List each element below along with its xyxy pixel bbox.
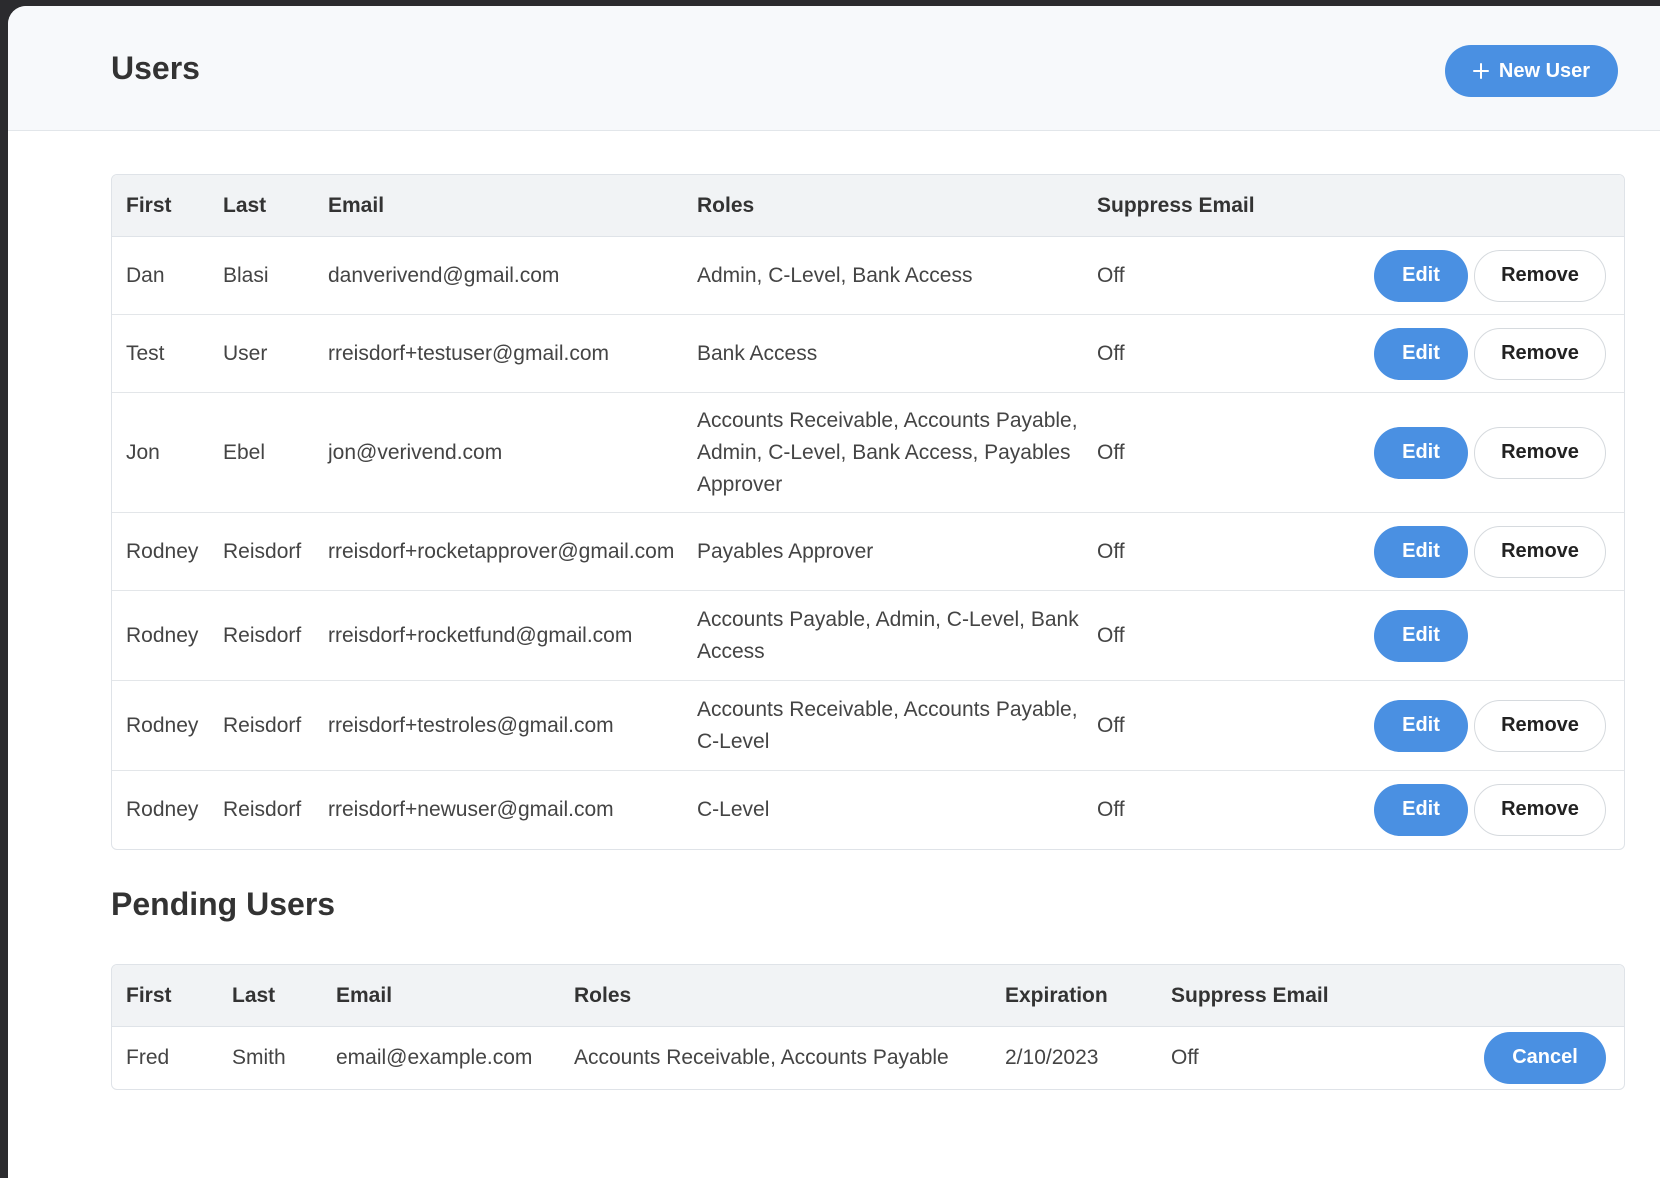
cell-email: rreisdorf+testroles@gmail.com (314, 680, 683, 771)
cell-last: Reisdorf (209, 512, 314, 591)
cell-roles: Bank Access (683, 314, 1083, 393)
table-row: Rodney Reisdorf rreisdorf+rocketapprover@g… (112, 512, 1624, 591)
table-row: Fred Smith email@example.com Accounts Recei… (112, 1027, 1624, 1089)
cell-suppress-email: Off (1083, 680, 1283, 771)
cell-last: Reisdorf (223, 797, 302, 821)
cell-last: Reisdorf (209, 590, 314, 681)
column-header-actions (1283, 175, 1624, 237)
edit-button[interactable]: Edit (1374, 699, 1468, 752)
remove-button[interactable]: Remove (1474, 327, 1606, 380)
cell-suppress-email: Off (1083, 314, 1283, 393)
cell-last: Ebel (209, 392, 314, 513)
column-header-email: Email (322, 965, 560, 1027)
cell-first: Dan (112, 236, 209, 315)
edit-button[interactable]: Edit (1374, 327, 1468, 380)
cell-roles: Accounts Payable, Admin, C-Level, Bank A… (683, 590, 1083, 681)
cell-first: Rodney (112, 680, 209, 771)
table-row: Test User rreisdorf+testuser@gmail.com Bank… (112, 314, 1624, 393)
new-user-label: New User (1498, 59, 1591, 82)
cell-roles: Payables Approver (683, 512, 1083, 591)
cell-email: rreisdorf+newuser@gmail.com (328, 797, 614, 821)
table-row: Rodney Reisdorf rreisdorf+newuser@gmail.co… (112, 771, 1624, 849)
plus-icon (1472, 63, 1489, 79)
column-header-roles: Roles (560, 965, 991, 1027)
cell-actions: Edit (1283, 590, 1624, 681)
table-row: Dan Blasi danverivend@gmail.com Admin, C-Le… (112, 236, 1624, 315)
edit-button[interactable]: Edit (1374, 783, 1468, 836)
cell-first: Fred (126, 1045, 170, 1069)
edit-button[interactable]: Edit (1374, 609, 1468, 662)
cell-actions: Edit Remove (1283, 236, 1624, 315)
cell-actions: Edit Remove (1283, 392, 1624, 513)
cell-roles: Accounts Receivable, Accounts Payable (574, 1045, 949, 1069)
cell-actions: Edit Remove (1283, 314, 1624, 393)
cell-email: danverivend@gmail.com (314, 236, 683, 315)
cell-suppress-email: Off (1097, 797, 1125, 821)
cell-actions: Edit Remove (1283, 512, 1624, 591)
column-header-last: Last (209, 175, 314, 237)
column-header-suppress-email: Suppress Email (1157, 965, 1397, 1027)
remove-button[interactable]: Remove (1474, 426, 1606, 479)
table-row: Jon Ebel jon@verivend.com Accounts Receivab… (112, 392, 1624, 513)
cell-last: Reisdorf (209, 680, 314, 771)
pending-users-title: Pending Users (111, 886, 336, 922)
table-row: Rodney Reisdorf rreisdorf+rocketfund@gmail… (112, 590, 1624, 681)
cell-first: Rodney (112, 512, 209, 591)
cell-first: Jon (112, 392, 209, 513)
cell-email: rreisdorf+rocketfund@gmail.com (314, 590, 683, 681)
cell-suppress-email: Off (1083, 512, 1283, 591)
cell-email: rreisdorf+testuser@gmail.com (314, 314, 683, 393)
remove-button[interactable]: Remove (1474, 699, 1606, 752)
cell-roles: C-Level (697, 797, 770, 821)
remove-button[interactable]: Remove (1474, 783, 1606, 836)
cell-email: email@example.com (336, 1045, 533, 1069)
cell-actions: Edit Remove (1283, 771, 1624, 849)
cell-suppress-email: Off (1083, 392, 1283, 513)
cancel-invite-button[interactable]: Cancel (1484, 1031, 1606, 1084)
column-header-expiration: Expiration (991, 965, 1157, 1027)
column-header-first: First (112, 965, 218, 1027)
cell-first: Test (112, 314, 209, 393)
column-header-roles: Roles (683, 175, 1083, 237)
cell-actions: Cancel (1397, 1027, 1624, 1089)
edit-button[interactable]: Edit (1374, 525, 1468, 578)
column-header-actions (1397, 965, 1624, 1027)
cell-suppress-email: Off (1083, 590, 1283, 681)
column-header-last: Last (218, 965, 322, 1027)
cell-roles: Accounts Receivable, Accounts Payable, A… (683, 392, 1083, 513)
users-table-header-row: First Last Email Roles Suppress Email (112, 175, 1624, 237)
cell-first: Rodney (112, 590, 209, 681)
cell-email: rreisdorf+rocketapprover@gmail.com (314, 512, 683, 591)
column-header-first: First (112, 175, 209, 237)
page-header: Users New User (8, 6, 1660, 131)
users-table-card: First Last Email Roles Suppress Email Da… (111, 174, 1625, 850)
cell-suppress-email: Off (1171, 1045, 1199, 1069)
pending-table-header-row: First Last Email Roles Expiration Suppre… (112, 965, 1624, 1027)
edit-button[interactable]: Edit (1374, 426, 1468, 479)
new-user-button[interactable]: New User (1445, 45, 1618, 97)
remove-button[interactable]: Remove (1474, 525, 1606, 578)
cell-suppress-email: Off (1083, 236, 1283, 315)
pending-users-table-card: First Last Email Roles Expiration Suppre… (111, 964, 1625, 1090)
cell-email: jon@verivend.com (314, 392, 683, 513)
edit-button[interactable]: Edit (1374, 249, 1468, 302)
page-title: Users (111, 50, 200, 86)
cell-last: User (209, 314, 314, 393)
cell-last: Blasi (209, 236, 314, 315)
app-window: Users New User First Last Email Roles Su… (8, 6, 1660, 1178)
remove-button[interactable]: Remove (1474, 249, 1606, 302)
cell-actions: Edit Remove (1283, 680, 1624, 771)
pending-users-table: First Last Email Roles Expiration Suppre… (112, 965, 1624, 1089)
cell-expiration: 2/10/2023 (1005, 1045, 1099, 1069)
cell-last: Smith (232, 1045, 286, 1069)
column-header-email: Email (314, 175, 683, 237)
column-header-suppress-email: Suppress Email (1083, 175, 1283, 237)
cell-roles: Accounts Receivable, Accounts Payable, C… (683, 680, 1083, 771)
cell-first: Rodney (126, 797, 199, 821)
table-row: Rodney Reisdorf rreisdorf+testroles@gmail.… (112, 680, 1624, 771)
cell-roles: Admin, C-Level, Bank Access (683, 236, 1083, 315)
users-table: First Last Email Roles Suppress Email Da… (112, 175, 1624, 849)
